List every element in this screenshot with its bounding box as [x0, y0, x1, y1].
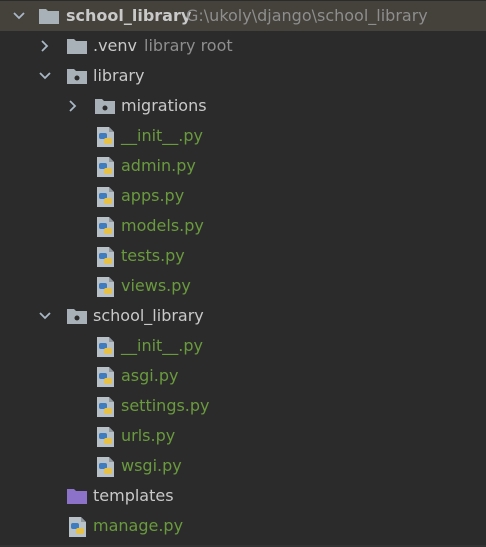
file-label: admin.py — [121, 156, 196, 175]
package-folder-icon — [67, 69, 87, 84]
project-tree: school_library G:\ukoly\django\school_li… — [0, 0, 486, 547]
tree-item-school-library[interactable]: school_library — [0, 301, 486, 331]
folder-icon — [67, 39, 87, 54]
library-label: library — [93, 66, 145, 85]
file-row[interactable]: __init__.py — [0, 331, 486, 361]
file-label: asgi.py — [121, 366, 179, 385]
file-label: __init__.py — [121, 336, 204, 355]
file-row[interactable]: settings.py — [0, 391, 486, 421]
chevron-right-icon[interactable] — [38, 39, 52, 53]
file-row[interactable]: admin.py — [0, 151, 486, 181]
tree-item-library[interactable]: library — [0, 61, 486, 91]
package-folder-icon — [95, 99, 115, 114]
file-row[interactable]: wsgi.py — [0, 451, 486, 481]
python-file-icon — [97, 187, 114, 207]
project-root-row[interactable]: school_library G:\ukoly\django\school_li… — [0, 1, 486, 31]
file-label: apps.py — [121, 186, 185, 205]
file-row[interactable]: tests.py — [0, 241, 486, 271]
folder-icon — [39, 9, 59, 24]
python-file-icon — [97, 247, 114, 267]
tree-item-templates[interactable]: templates — [0, 481, 486, 511]
file-label: tests.py — [121, 246, 185, 265]
project-path: G:\ukoly\django\school_library — [186, 6, 428, 25]
tree-item-migrations[interactable]: migrations — [0, 91, 486, 121]
file-label: urls.py — [121, 426, 176, 445]
python-file-icon — [97, 457, 114, 477]
python-file-icon — [97, 157, 114, 177]
file-row[interactable]: models.py — [0, 211, 486, 241]
file-row[interactable]: urls.py — [0, 421, 486, 451]
chevron-down-icon[interactable] — [38, 309, 52, 323]
python-file-icon — [97, 217, 114, 237]
file-label: settings.py — [121, 396, 210, 415]
file-row-manage[interactable]: manage.py — [0, 511, 486, 541]
chevron-down-icon[interactable] — [38, 69, 52, 83]
file-label: __init__.py — [121, 126, 204, 145]
venv-hint: library root — [144, 36, 233, 55]
file-row[interactable]: views.py — [0, 271, 486, 301]
school-library-label: school_library — [93, 306, 204, 325]
python-file-icon — [97, 427, 114, 447]
python-file-icon — [97, 277, 114, 297]
file-row[interactable]: __init__.py — [0, 121, 486, 151]
templates-folder-icon — [67, 489, 87, 504]
file-label: wsgi.py — [121, 456, 182, 475]
file-label: views.py — [121, 276, 191, 295]
python-file-icon — [97, 337, 114, 357]
project-name: school_library — [66, 6, 192, 25]
python-file-icon — [97, 367, 114, 387]
venv-label: .venv — [93, 36, 138, 55]
chevron-right-icon[interactable] — [66, 99, 80, 113]
tree-item-venv[interactable]: .venv library root — [0, 31, 486, 61]
file-row[interactable]: asgi.py — [0, 361, 486, 391]
templates-label: templates — [93, 486, 174, 505]
migrations-label: migrations — [121, 96, 207, 115]
python-file-icon — [97, 127, 114, 147]
python-file-icon — [97, 397, 114, 417]
manage-label: manage.py — [93, 516, 184, 535]
file-label: models.py — [121, 216, 204, 235]
python-file-icon — [69, 517, 86, 537]
package-folder-icon — [67, 309, 87, 324]
file-row[interactable]: apps.py — [0, 181, 486, 211]
chevron-down-icon[interactable] — [12, 9, 26, 23]
